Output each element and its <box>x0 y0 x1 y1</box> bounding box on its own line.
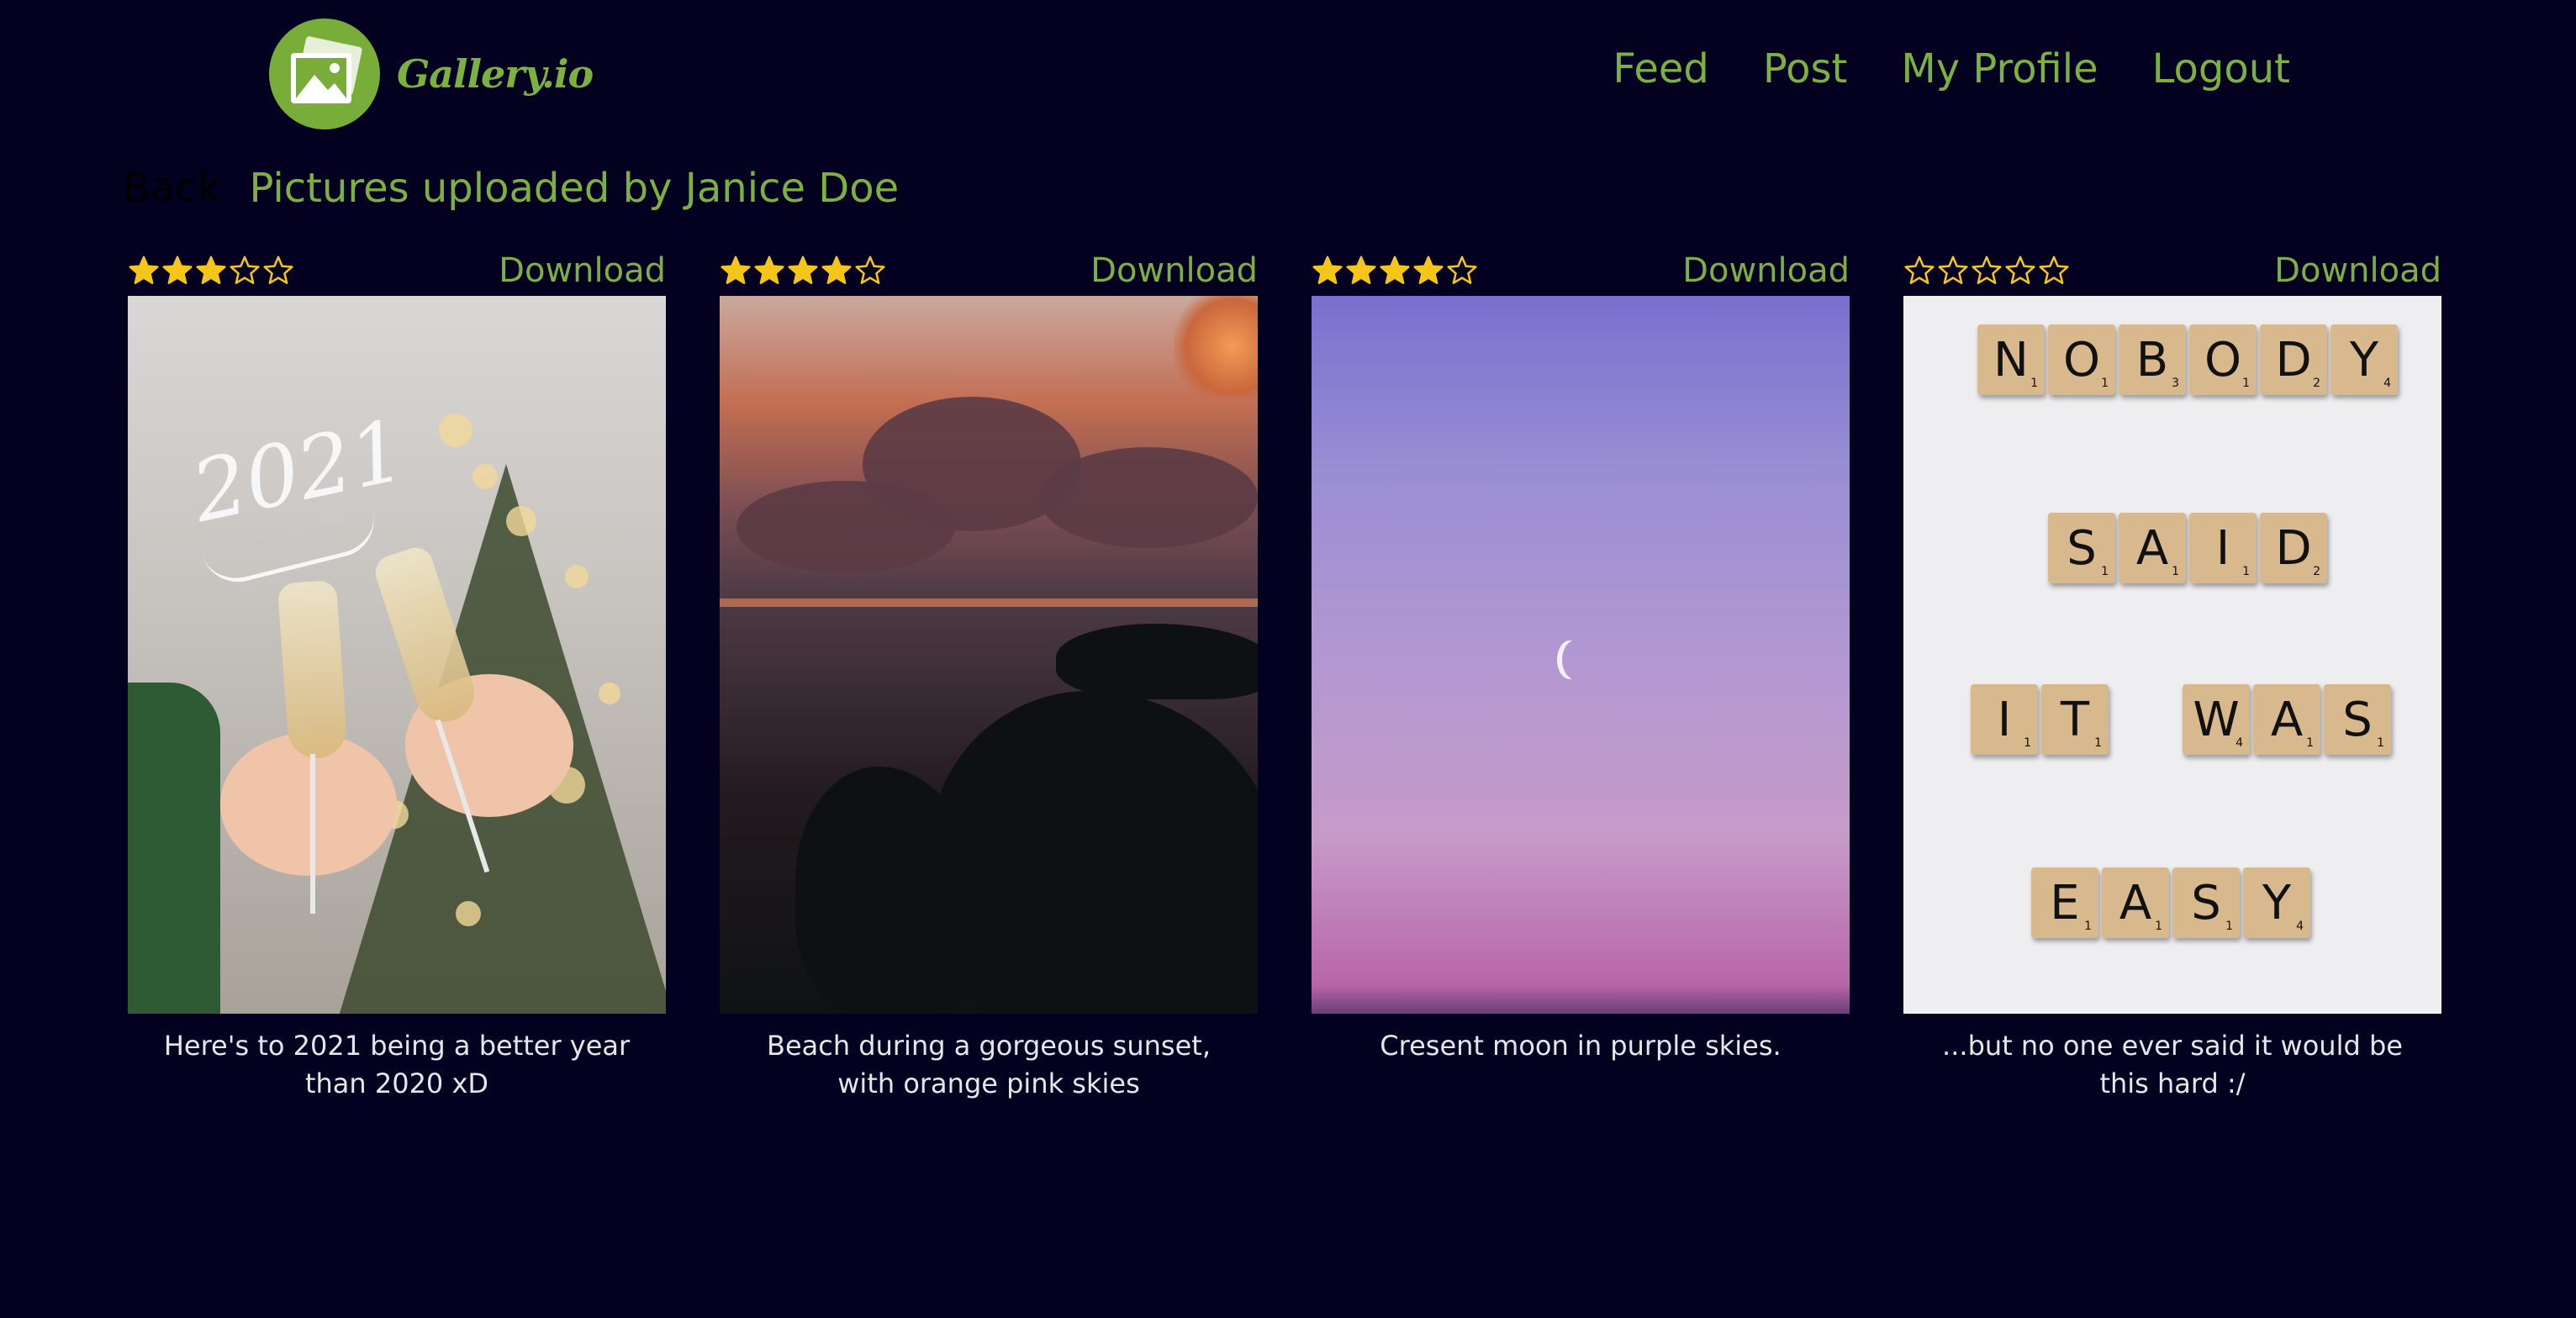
letter-tile: Y4 <box>2243 867 2310 938</box>
picture-image[interactable]: 2021 <box>128 296 666 1014</box>
star-icon[interactable] <box>229 255 261 287</box>
letter-tile: Y4 <box>2331 324 2398 395</box>
nav-feed[interactable]: Feed <box>1613 45 1709 92</box>
glass-stem <box>310 754 315 914</box>
letter-tile: S1 <box>2172 867 2240 938</box>
photo-gallery-icon <box>269 18 380 129</box>
picture-card: Download N1 O1 B3 O1 D2 Y4 S1 A1 I1 D2 I… <box>1903 245 2441 1103</box>
bokeh-light <box>456 901 481 926</box>
star-icon[interactable] <box>1446 255 1478 287</box>
sun-glow <box>1174 296 1258 397</box>
rating-stars[interactable] <box>128 255 294 287</box>
picture-image[interactable] <box>720 296 1258 1014</box>
star-icon[interactable] <box>2038 255 2070 287</box>
star-icon[interactable] <box>1312 255 1343 287</box>
picture-image[interactable] <box>1312 296 1850 1014</box>
letter-tile: E1 <box>2031 867 2098 938</box>
bokeh-light <box>506 506 536 536</box>
bokeh-light <box>599 683 620 704</box>
letter-tile: D2 <box>2260 324 2327 395</box>
cloud-shape <box>736 481 955 573</box>
star-icon[interactable] <box>720 255 752 287</box>
crescent-moon <box>1562 641 1587 679</box>
picture-card: Download Beach during a gorgeous sunset,… <box>720 245 1258 1103</box>
rock-shape <box>1056 624 1258 699</box>
letter-tile: S1 <box>2324 684 2391 755</box>
picture-caption: Cresent moon in purple skies. <box>1380 1030 1782 1062</box>
brand-logo[interactable]: Gallery.io <box>269 18 594 129</box>
card-toolbar: Download <box>128 245 666 296</box>
page-title: Pictures uploaded by Janice Doe <box>249 165 900 212</box>
picture-image[interactable]: N1 O1 B3 O1 D2 Y4 S1 A1 I1 D2 I1 T1 W4 A… <box>1903 296 2441 1014</box>
star-icon[interactable] <box>2004 255 2036 287</box>
letter-tile: B3 <box>2119 324 2186 395</box>
star-icon[interactable] <box>753 255 785 287</box>
picture-grid: Download 2021 Here's to 2021 being a bet… <box>128 245 2441 1103</box>
nav-logout[interactable]: Logout <box>2152 45 2290 92</box>
bokeh-light <box>565 565 589 588</box>
bokeh-light <box>439 414 472 447</box>
letter-tile: A1 <box>2253 684 2320 755</box>
cloud-shape <box>1039 447 1258 548</box>
download-button[interactable]: Download <box>499 251 666 290</box>
rating-stars[interactable] <box>1312 255 1478 287</box>
letter-tile: A1 <box>2102 867 2169 938</box>
letter-tile: T1 <box>2041 684 2109 755</box>
horizon-line <box>720 598 1258 607</box>
star-icon[interactable] <box>1903 255 1935 287</box>
tile-row: E1 A1 S1 Y4 <box>2031 867 2310 938</box>
letter-tile: N1 <box>1977 324 2045 395</box>
star-icon[interactable] <box>262 255 294 287</box>
card-toolbar: Download <box>1312 245 1850 296</box>
rating-stars[interactable] <box>1903 255 2070 287</box>
star-icon[interactable] <box>128 255 160 287</box>
star-icon[interactable] <box>854 255 886 287</box>
picture-card: Download 2021 Here's to 2021 being a bet… <box>128 245 666 1103</box>
star-icon[interactable] <box>787 255 819 287</box>
picture-caption: ...but no one ever said it would be this… <box>1942 1030 2403 1099</box>
glass-shape <box>277 579 349 761</box>
picture-card: Download Cresent moon in purple skies. <box>1312 245 1850 1103</box>
letter-tile: O1 <box>2189 324 2257 395</box>
star-icon[interactable] <box>1971 255 2003 287</box>
letter-tile: D2 <box>2260 513 2327 583</box>
letter-tile: S1 <box>2048 513 2115 583</box>
star-icon[interactable] <box>195 255 227 287</box>
letter-tile: W4 <box>2183 684 2250 755</box>
brand-name: Gallery.io <box>397 51 594 97</box>
card-toolbar: Download <box>720 245 1258 296</box>
rating-stars[interactable] <box>720 255 886 287</box>
star-icon[interactable] <box>821 255 853 287</box>
nav-my-profile[interactable]: My Profile <box>1901 45 2098 92</box>
picture-caption: Beach during a gorgeous sunset, with ora… <box>767 1030 1211 1099</box>
main-nav: Feed Post My Profile Logout <box>1613 45 2290 92</box>
picture-caption: Here's to 2021 being a better year than … <box>163 1030 631 1099</box>
letter-tile: I1 <box>2189 513 2257 583</box>
download-button[interactable]: Download <box>2274 251 2441 290</box>
download-button[interactable]: Download <box>1682 251 1850 290</box>
star-icon[interactable] <box>1379 255 1411 287</box>
nav-post[interactable]: Post <box>1763 45 1847 92</box>
star-icon[interactable] <box>1937 255 1969 287</box>
card-toolbar: Download <box>1903 245 2441 296</box>
bokeh-light <box>472 464 498 489</box>
star-icon[interactable] <box>1412 255 1444 287</box>
tile-row: S1 A1 I1 D2 <box>2048 513 2327 583</box>
rock-shape <box>930 691 1258 1014</box>
tile-row: I1 T1 W4 A1 S1 <box>1971 684 2391 755</box>
letter-tile: I1 <box>1971 684 2038 755</box>
letter-tile: O1 <box>2048 324 2115 395</box>
page-header: Back Pictures uploaded by Janice Doe <box>123 165 899 212</box>
tile-gap <box>2112 684 2179 755</box>
sleeve-shape <box>128 683 220 1014</box>
star-icon[interactable] <box>161 255 193 287</box>
letter-tile: A1 <box>2119 513 2186 583</box>
star-icon[interactable] <box>1345 255 1377 287</box>
download-button[interactable]: Download <box>1090 251 1258 290</box>
back-link[interactable]: Back <box>123 165 221 212</box>
tile-row: N1 O1 B3 O1 D2 Y4 <box>1977 324 2398 395</box>
